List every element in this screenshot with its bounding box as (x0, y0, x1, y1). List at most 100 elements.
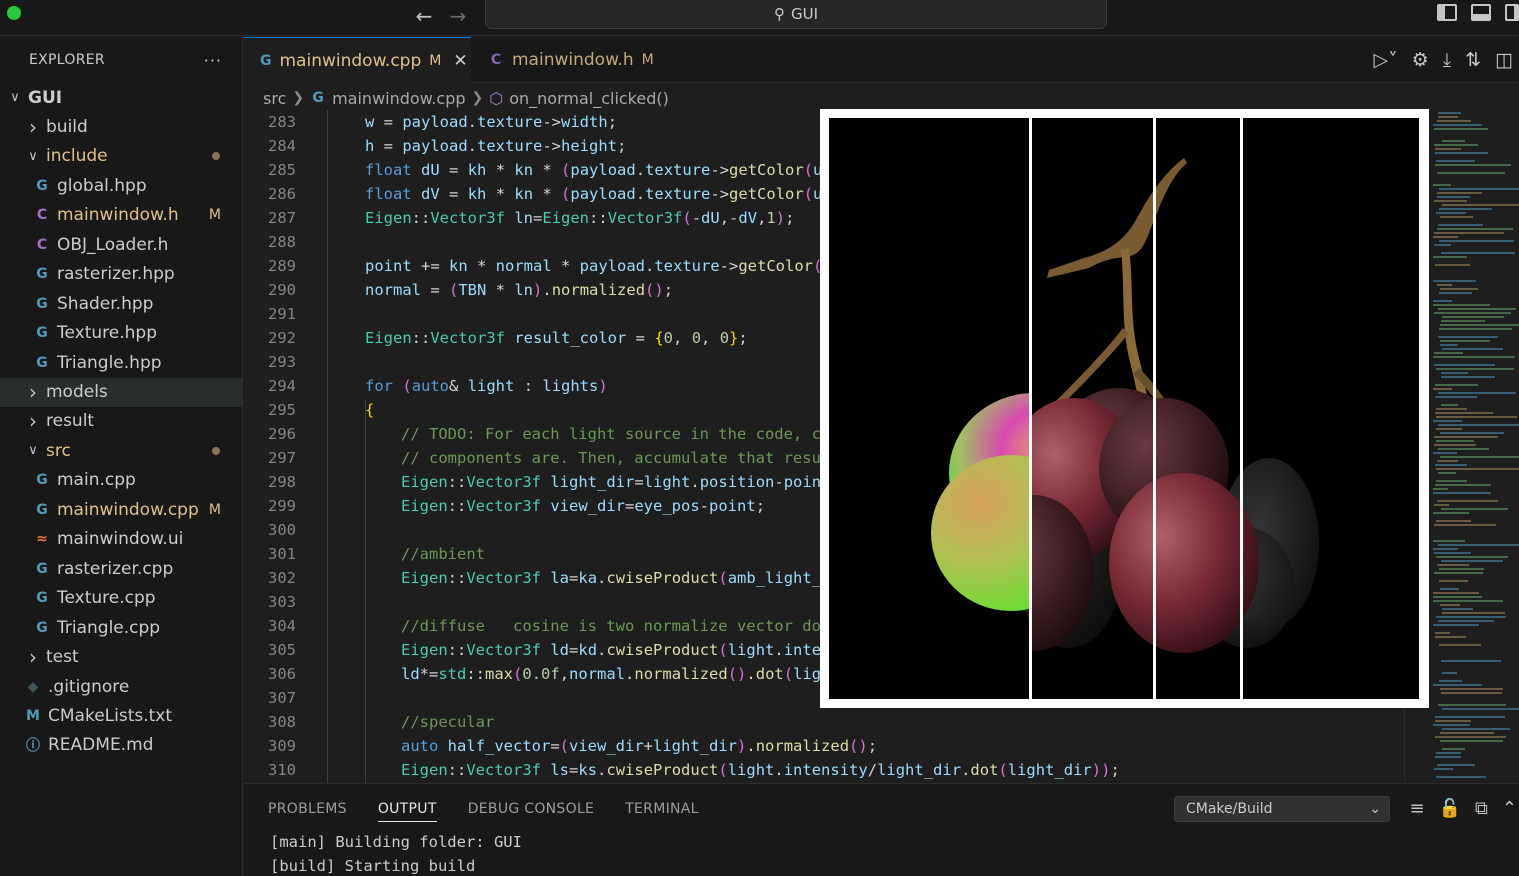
arrow-left-icon[interactable]: ← (412, 4, 436, 28)
minimap-line (1433, 724, 1470, 726)
tab-mainwindow-cpp[interactable]: G mainwindow.cpp M ✕ (244, 37, 471, 83)
code-text: h = payload.texture->height; (365, 137, 627, 155)
minimap-line (1442, 748, 1465, 750)
breadcrumb-folder[interactable]: src (263, 89, 286, 108)
tree-item-gitignore[interactable]: ◆ .gitignore (0, 672, 243, 701)
breadcrumb-symbol[interactable]: on_normal_clicked() (509, 89, 669, 108)
gear-icon[interactable]: ⚙ (1412, 49, 1429, 71)
minimap-line (1442, 140, 1465, 142)
render-output-window[interactable] (820, 109, 1429, 708)
minimap-line (1437, 172, 1505, 174)
toggle-secondary-sidebar-icon[interactable] (1505, 4, 1519, 21)
minimap-line (1440, 216, 1473, 218)
tree-item-triangle-hpp[interactable]: G Triangle.hpp (0, 348, 243, 377)
tree-item-cmakelists-txt[interactable]: M CMakeLists.txt (0, 701, 243, 730)
minimap-line (1441, 660, 1501, 662)
code-line[interactable]: 310 Eigen::Vector3f ls=ks.cwiseProduct(li… (244, 758, 1404, 782)
output-line: [build] Starting build (270, 857, 476, 875)
tree-item-label: result (46, 411, 95, 432)
code-line[interactable]: 309 auto half_vector=(view_dir+light_dir)… (244, 734, 1404, 758)
chevron-up-icon[interactable]: ⌃ (1502, 798, 1517, 819)
minimap-line (1434, 232, 1504, 234)
tree-item-models[interactable]: › models (0, 377, 243, 407)
cpp-file-icon: G (36, 590, 48, 607)
panel-actions: ≡ 🔓 ⧉ ⌃ (1410, 798, 1519, 819)
tree-item-label: build (46, 116, 88, 137)
tree-item-build[interactable]: › build (0, 112, 243, 141)
split-editor-icon[interactable]: ◫ (1495, 49, 1513, 71)
line-number: 302 (268, 569, 296, 587)
minimap-line (1434, 768, 1453, 770)
cpp-file-icon: G (36, 472, 48, 489)
tree-item-src[interactable]: ∨ src (0, 436, 243, 465)
breadcrumb-file[interactable]: mainwindow.cpp (332, 89, 465, 108)
line-number: 294 (268, 377, 296, 395)
more-actions-icon[interactable]: ··· (204, 51, 222, 70)
minimap-line (1439, 208, 1492, 210)
cpp-file-icon: G (36, 325, 48, 342)
tree-item-readme-md[interactable]: ⓘ README.md (0, 731, 243, 760)
tree-item-texture-cpp[interactable]: G Texture.cpp (0, 584, 243, 613)
tab-debug-console[interactable]: DEBUG CONSOLE (468, 801, 595, 822)
minimap-line (1440, 732, 1494, 734)
line-number: 303 (268, 593, 296, 611)
window-zoom-button[interactable] (7, 6, 21, 20)
tree-item-global-hpp[interactable]: Gglobal.hpp (0, 171, 243, 200)
output-channel-select[interactable]: CMake/Build ⌄ (1174, 796, 1390, 822)
minimap-line (1435, 164, 1511, 166)
cpp-file-icon: G (36, 266, 48, 283)
command-center-search[interactable]: ⚲ GUI (485, 0, 1107, 29)
tree-item-label: Shader.hpp (57, 293, 154, 314)
minimap-line (1442, 612, 1505, 614)
tab-output[interactable]: OUTPUT (377, 801, 437, 822)
tree-item-mainwindow-h[interactable]: Cmainwindow.h M (0, 201, 243, 230)
run-debug-icon[interactable]: ▷˅ (1374, 49, 1398, 71)
clear-output-icon[interactable]: ≡ (1410, 798, 1425, 819)
cpp-file-icon: G (36, 177, 48, 194)
code-text: //ambient (401, 545, 485, 563)
tree-item-texture-hpp[interactable]: G Texture.hpp (0, 319, 243, 348)
minimap-line (1433, 492, 1491, 494)
minimap-line (1440, 324, 1519, 326)
tree-item-include[interactable]: ∨ include (0, 142, 243, 171)
cpp-file-icon: G (36, 619, 48, 636)
toggle-primary-sidebar-icon[interactable] (1437, 4, 1457, 21)
line-number: 310 (268, 761, 296, 779)
tree-item-result[interactable]: › result (0, 407, 243, 436)
tree-item-mainwindow-ui[interactable]: ≈ mainwindow.ui (0, 525, 243, 554)
tree-item-test[interactable]: › test (0, 643, 243, 672)
tree-item-gui[interactable]: ∨ GUI (0, 83, 243, 112)
minimap-line (1433, 356, 1515, 358)
copy-icon[interactable]: ⧉ (1475, 798, 1488, 819)
code-text: for (auto& light : lights) (365, 377, 608, 395)
minimap-line (1440, 740, 1503, 742)
tab-mainwindow-h[interactable]: C mainwindow.h M (472, 37, 672, 83)
toggle-panel-icon[interactable] (1471, 4, 1491, 21)
tree-item-rasterizer-hpp[interactable]: Grasterizer.hpp (0, 260, 243, 289)
minimap-line (1433, 512, 1469, 514)
tree-item-obj-loader-h[interactable]: C OBJ_Loader.h (0, 230, 243, 259)
chevron-right-icon: ❯ (292, 90, 305, 106)
tree-item-triangle-cpp[interactable]: G Triangle.cpp (0, 613, 243, 642)
arrow-right-icon[interactable]: → (446, 4, 470, 28)
tab-problems[interactable]: PROBLEMS (268, 801, 347, 822)
minimap-line (1436, 520, 1471, 522)
tab-terminal[interactable]: TERMINAL (625, 801, 699, 822)
minimap-line (1433, 184, 1451, 186)
lock-icon[interactable]: 🔓 (1439, 798, 1461, 819)
minimap-line (1440, 588, 1459, 590)
minimap-line (1440, 344, 1458, 346)
tree-item-label: CMakeLists.txt (48, 705, 173, 726)
line-number: 296 (268, 425, 296, 443)
code-line[interactable]: 308 //specular (244, 710, 1404, 734)
code-text: Eigen::Vector3f result_color = {0, 0, 0}… (365, 329, 748, 347)
download-icon[interactable]: ⤓ (1443, 49, 1451, 71)
minimap-line (1434, 312, 1511, 314)
close-icon[interactable]: ✕ (453, 51, 467, 71)
tree-item-main-cpp[interactable]: Gmain.cpp (0, 466, 243, 495)
line-number: 299 (268, 497, 296, 515)
tree-item-shader-hpp[interactable]: G Shader.hpp (0, 289, 243, 318)
compare-changes-icon[interactable]: ⇅ (1465, 49, 1481, 71)
tree-item-rasterizer-cpp[interactable]: Grasterizer.cpp (0, 554, 243, 583)
tree-item-mainwindow-cpp[interactable]: Gmainwindow.cpp M (0, 495, 243, 524)
